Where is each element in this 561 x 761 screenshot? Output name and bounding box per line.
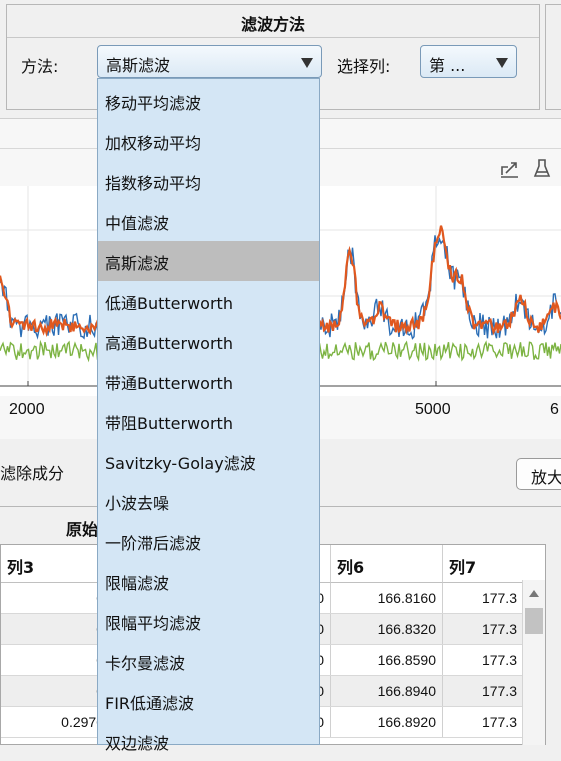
dropdown-option[interactable]: 限幅滤波 [98,561,319,601]
table-cell: 166.8940 [377,683,436,699]
dropdown-option[interactable]: 加权移动平均 [98,121,319,161]
dropdown-option[interactable]: 小波去噪 [98,481,319,521]
column-header[interactable]: 列3 [1,545,111,583]
x-tick-label: 2000 [9,401,45,418]
method-value: 高斯滤波 [106,56,171,75]
method-dropdown-list[interactable]: 移动平均滤波 加权移动平均 指数移动平均 中值滤波 高斯滤波 低通Butterw… [97,78,320,753]
table-cell: 177.3 [481,714,517,730]
vertical-scrollbar[interactable] [522,580,545,745]
column-dropdown[interactable]: 第 ... [420,45,517,78]
table-cell: 177.3 [481,683,517,699]
table-cell: 166.8590 [377,652,436,668]
table-title: 原始 [66,520,99,539]
filtered-component-label: 滤除成分 [0,464,65,483]
dropdown-option[interactable]: 带通Butterworth [98,361,319,401]
method-label: 方法: [21,57,59,76]
scroll-up-icon[interactable] [528,588,540,598]
column-label: 选择列: [337,57,391,76]
dropdown-option[interactable]: 低通Butterworth [98,281,319,321]
dropdown-option[interactable]: 高通Butterworth [98,321,319,361]
dropdown-option[interactable]: 一阶滞后滤波 [98,521,319,561]
side-panel [545,4,561,110]
column-header[interactable]: 列7 [443,545,545,583]
x-tick-label: 6 [550,401,559,418]
x-tick-label: 5000 [415,401,451,418]
chevron-down-icon [301,58,313,68]
table-cell: 166.8320 [377,621,436,637]
zoom-button[interactable]: 放大 [516,458,561,490]
dropdown-option[interactable]: Savitzky-Golay滤波 [98,441,319,481]
brush-icon[interactable] [530,157,554,181]
dropdown-option[interactable]: 中值滤波 [98,201,319,241]
table-cell: 177.3 [481,652,517,668]
dropdown-option[interactable]: 卡尔曼滤波 [98,641,319,681]
dropdown-option-selected[interactable]: 高斯滤波 [98,241,319,281]
table-cell: 177.3 [481,621,517,637]
dropdown-option[interactable]: 指数移动平均 [98,161,319,201]
column-value: 第 ... [429,56,466,75]
chevron-down-icon [496,58,508,68]
scrollbar-thumb[interactable] [525,608,543,634]
table-cell: 177.3 [481,590,517,606]
table-cell: 166.8160 [377,590,436,606]
dropdown-option[interactable]: 带阻Butterworth [98,401,319,441]
column-header[interactable]: 列6 [331,545,443,583]
dropdown-option[interactable]: FIR低通滤波 [98,681,319,721]
title-divider [7,37,539,38]
zoom-button-label: 放大 [531,468,561,487]
panel-title: 滤波方法 [240,15,305,34]
export-icon[interactable] [498,157,522,181]
dropdown-option[interactable]: 双边滤波 [98,721,319,761]
dropdown-option[interactable]: 限幅平均滤波 [98,601,319,641]
table-cell: 166.8920 [377,714,436,730]
dropdown-option[interactable]: 移动平均滤波 [98,81,319,121]
method-dropdown[interactable]: 高斯滤波 [97,45,322,78]
